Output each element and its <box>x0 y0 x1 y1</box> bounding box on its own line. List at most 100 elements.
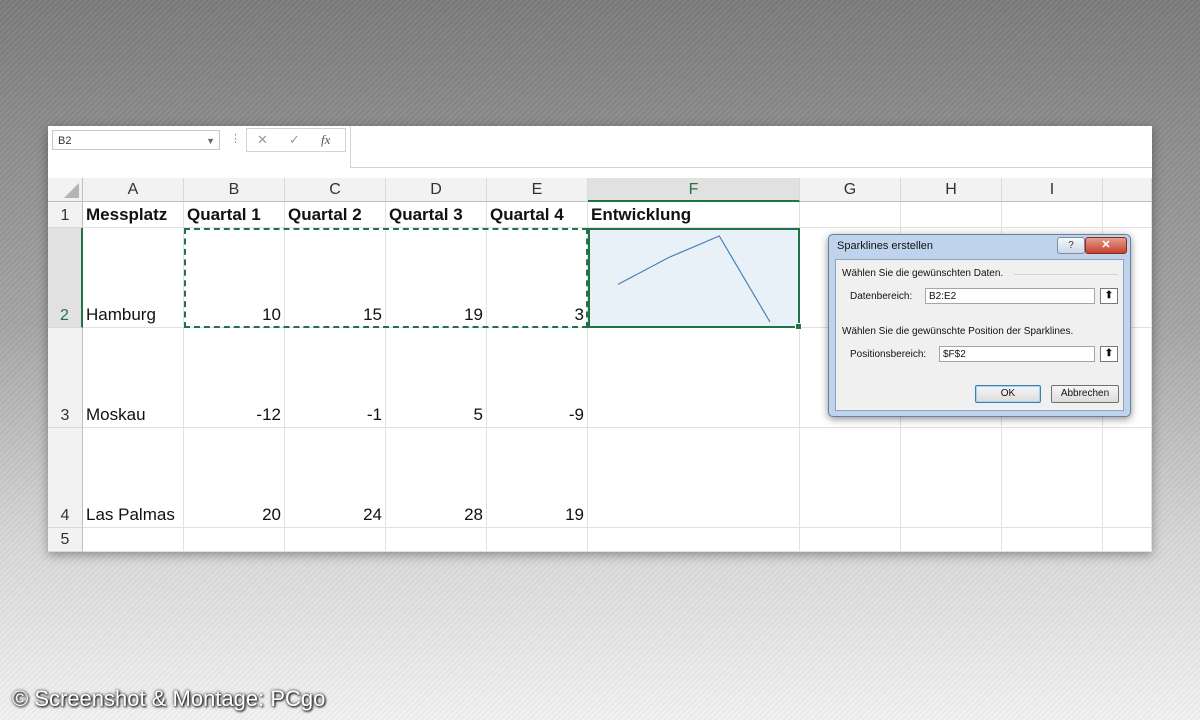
row-header-5[interactable]: 5 <box>48 528 83 552</box>
cell-b2[interactable]: 10 <box>184 228 285 328</box>
cell-d2[interactable]: 19 <box>386 228 487 328</box>
formula-bar-separator: ⋮ <box>230 133 241 145</box>
select-all-corner[interactable] <box>48 178 83 202</box>
cell-f4[interactable] <box>588 428 800 528</box>
cell-value: 19 <box>464 305 483 324</box>
row-number: 2 <box>60 307 69 324</box>
cell-e5[interactable] <box>487 528 588 552</box>
chevron-down-icon[interactable]: ▼ <box>206 131 215 151</box>
city-name: Moskau <box>86 405 146 424</box>
enter-icon[interactable]: ✓ <box>289 132 300 148</box>
cell-j1[interactable] <box>1103 202 1152 228</box>
cell-value: -1 <box>366 405 382 424</box>
cell-d1[interactable]: Quartal 3 <box>386 202 487 228</box>
cell-h5[interactable] <box>901 528 1002 552</box>
header-entwicklung: Entwicklung <box>591 205 692 224</box>
cell-e1[interactable]: Quartal 4 <box>487 202 588 228</box>
insert-function-icon[interactable]: fx <box>321 132 330 148</box>
column-header-i[interactable]: I <box>1002 178 1103 202</box>
fill-handle[interactable] <box>795 323 802 330</box>
cell-c4[interactable]: 24 <box>285 428 386 528</box>
formula-input[interactable] <box>350 126 1152 168</box>
sparkline-line <box>617 235 771 323</box>
cell-g4[interactable] <box>800 428 901 528</box>
column-header-next[interactable] <box>1103 178 1152 202</box>
column-header-a[interactable]: A <box>83 178 184 202</box>
row-number: 1 <box>60 207 70 224</box>
cell-e3[interactable]: -9 <box>487 328 588 428</box>
header-quartal-4: Quartal 4 <box>490 205 564 224</box>
data-range-collapse-icon[interactable]: ⬆ <box>1100 288 1118 304</box>
row-header-4[interactable]: 4 <box>48 428 83 528</box>
row-number: 4 <box>60 507 70 524</box>
column-header-d[interactable]: D <box>386 178 487 202</box>
cell-i4[interactable] <box>1002 428 1103 528</box>
cell-c5[interactable] <box>285 528 386 552</box>
cell-i1[interactable] <box>1002 202 1103 228</box>
position-range-label: Positionsbereich: <box>850 349 927 360</box>
cell-value: -9 <box>568 405 584 424</box>
cell-value: 15 <box>363 305 382 324</box>
cancel-button[interactable]: Abbrechen <box>1051 385 1119 403</box>
cell-h1[interactable] <box>901 202 1002 228</box>
cell-e2[interactable]: 3 <box>487 228 588 328</box>
city-name: Hamburg <box>86 305 156 324</box>
cancel-icon[interactable]: ✕ <box>257 132 268 148</box>
cell-f3[interactable] <box>588 328 800 428</box>
cell-a1[interactable]: Messplatz <box>83 202 184 228</box>
name-box[interactable]: B2 ▼ <box>52 130 220 150</box>
column-header-f[interactable]: F <box>588 178 800 202</box>
column-header-e[interactable]: E <box>487 178 588 202</box>
section-divider <box>1014 274 1118 275</box>
cell-value: 24 <box>363 505 382 524</box>
column-header-b[interactable]: B <box>184 178 285 202</box>
cell-g1[interactable] <box>800 202 901 228</box>
cell-d3[interactable]: 5 <box>386 328 487 428</box>
cell-b4[interactable]: 20 <box>184 428 285 528</box>
header-quartal-3: Quartal 3 <box>389 205 463 224</box>
cell-h4[interactable] <box>901 428 1002 528</box>
sparklines-dialog: Sparklines erstellen ? ✕ Wählen Sie die … <box>828 234 1131 417</box>
header-quartal-1: Quartal 1 <box>187 205 261 224</box>
cell-c1[interactable]: Quartal 2 <box>285 202 386 228</box>
close-icon[interactable]: ✕ <box>1085 237 1127 254</box>
row-header-3[interactable]: 3 <box>48 328 83 428</box>
column-header-c[interactable]: C <box>285 178 386 202</box>
name-box-value: B2 <box>58 135 72 147</box>
cell-b5[interactable] <box>184 528 285 552</box>
cell-b3[interactable]: -12 <box>184 328 285 428</box>
cell-b1[interactable]: Quartal 1 <box>184 202 285 228</box>
cell-g5[interactable] <box>800 528 901 552</box>
data-range-input[interactable]: B2:E2 <box>925 288 1095 304</box>
formula-bar: B2 ▼ ⋮ ✕ ✓ fx <box>48 126 1152 178</box>
position-range-input[interactable]: $F$2 <box>939 346 1095 362</box>
row-header-1[interactable]: 1 <box>48 202 83 228</box>
cell-d5[interactable] <box>386 528 487 552</box>
row-number: 3 <box>60 407 70 424</box>
ok-button[interactable]: OK <box>975 385 1041 403</box>
sparkline-chart <box>617 235 771 323</box>
cell-value: 5 <box>473 405 483 424</box>
cell-c3[interactable]: -1 <box>285 328 386 428</box>
help-icon[interactable]: ? <box>1057 237 1085 254</box>
position-range-collapse-icon[interactable]: ⬆ <box>1100 346 1118 362</box>
cell-f1[interactable]: Entwicklung <box>588 202 800 228</box>
formula-bar-buttons: ✕ ✓ fx <box>246 128 346 152</box>
cell-i5[interactable] <box>1002 528 1103 552</box>
cell-c2[interactable]: 15 <box>285 228 386 328</box>
dialog-title: Sparklines erstellen <box>837 240 933 252</box>
cell-a2[interactable]: Hamburg <box>83 228 184 328</box>
cell-f5[interactable] <box>588 528 800 552</box>
row-header-2[interactable]: 2 <box>48 228 83 328</box>
cell-j5[interactable] <box>1103 528 1152 552</box>
cell-j4[interactable] <box>1103 428 1152 528</box>
cell-e4[interactable]: 19 <box>487 428 588 528</box>
cell-f2-sparkline[interactable] <box>588 228 802 330</box>
column-header-h[interactable]: H <box>901 178 1002 202</box>
column-header-g[interactable]: G <box>800 178 901 202</box>
cell-a5[interactable] <box>83 528 184 552</box>
header-messplatz: Messplatz <box>86 205 168 224</box>
cell-a4[interactable]: Las Palmas <box>83 428 184 528</box>
cell-d4[interactable]: 28 <box>386 428 487 528</box>
cell-a3[interactable]: Moskau <box>83 328 184 428</box>
